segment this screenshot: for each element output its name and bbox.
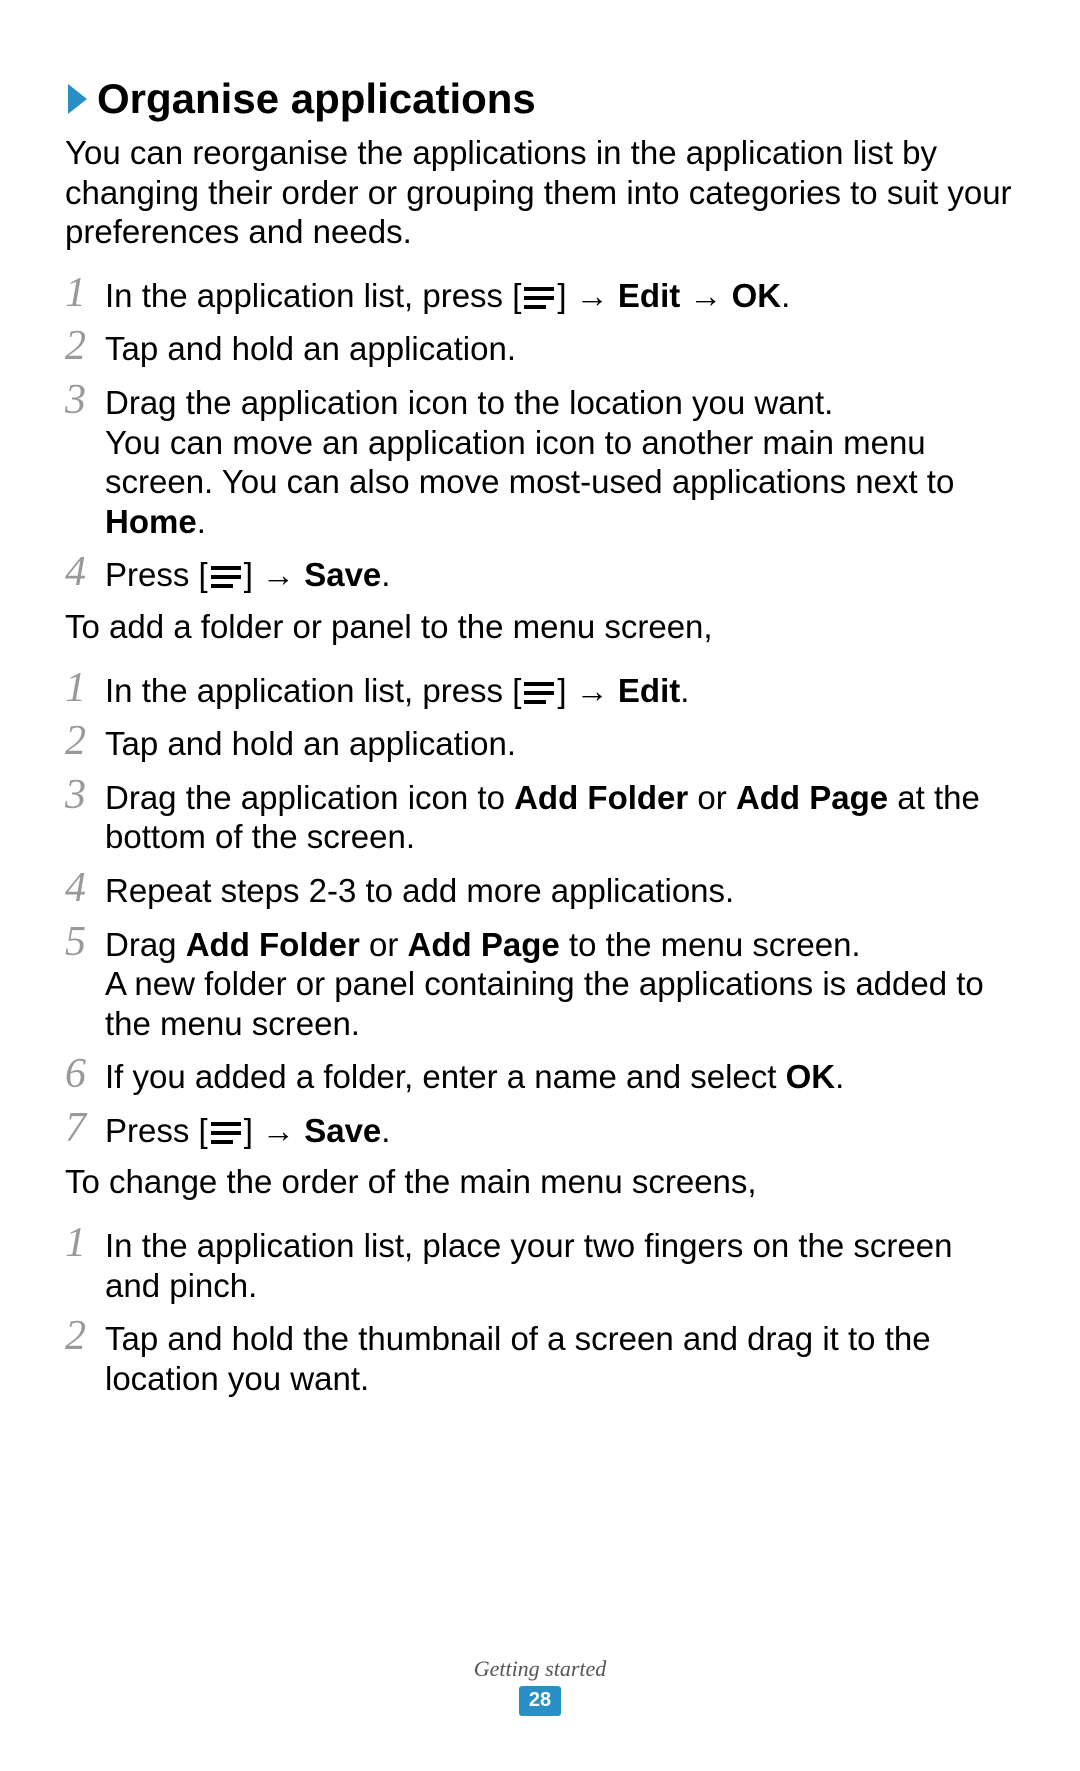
step-text: Drag Add Folder or Add Page to the menu …	[105, 921, 1015, 1044]
step: 1In the application list, place your two…	[65, 1222, 1015, 1305]
mid-paragraph-2: To change the order of the main menu scr…	[65, 1162, 1015, 1202]
step-number: 1	[65, 1222, 105, 1305]
menu-icon	[524, 287, 554, 309]
step-text: In the application list, press [] → Edit…	[105, 667, 689, 711]
step-number: 6	[65, 1053, 105, 1097]
mid-paragraph-1: To add a folder or panel to the menu scr…	[65, 607, 1015, 647]
step-text: Drag the application icon to the locatio…	[105, 379, 1015, 541]
menu-icon	[524, 682, 554, 704]
manual-page: Organise applications You can reorganise…	[0, 0, 1080, 1771]
steps-list-b: 1In the application list, press [] → Edi…	[65, 667, 1015, 1151]
step-number: 2	[65, 325, 105, 369]
step-number: 1	[65, 667, 105, 711]
step: 5Drag Add Folder or Add Page to the menu…	[65, 921, 1015, 1044]
step-text: In the application list, press [] → Edit…	[105, 272, 790, 316]
section-title: Organise applications	[97, 75, 536, 123]
steps-list-a: 1In the application list, press [] → Edi…	[65, 272, 1015, 595]
step: 2Tap and hold an application.	[65, 325, 1015, 369]
step-number: 4	[65, 867, 105, 911]
intro-paragraph: You can reorganise the applications in t…	[65, 133, 1015, 252]
page-number: 28	[519, 1686, 561, 1716]
step: 6If you added a folder, enter a name and…	[65, 1053, 1015, 1097]
step: 1In the application list, press [] → Edi…	[65, 272, 1015, 316]
step: 4Repeat steps 2-3 to add more applicatio…	[65, 867, 1015, 911]
step: 7Press [] → Save.	[65, 1107, 1015, 1151]
footer-section: Getting started	[0, 1656, 1080, 1682]
step-number: 4	[65, 551, 105, 595]
step-number: 3	[65, 774, 105, 857]
step-text: In the application list, place your two …	[105, 1222, 1015, 1305]
step-number: 2	[65, 1315, 105, 1398]
step-number: 5	[65, 921, 105, 1044]
step-number: 7	[65, 1107, 105, 1151]
step-text: Press [] → Save.	[105, 1107, 390, 1151]
step: 2Tap and hold an application.	[65, 720, 1015, 764]
chevron-right-icon	[65, 82, 91, 116]
step-text: Tap and hold the thumbnail of a screen a…	[105, 1315, 1015, 1398]
step-number: 1	[65, 272, 105, 316]
section-heading: Organise applications	[65, 75, 1015, 123]
step-text: If you added a folder, enter a name and …	[105, 1053, 844, 1097]
step-number: 2	[65, 720, 105, 764]
step: 1In the application list, press [] → Edi…	[65, 667, 1015, 711]
step: 3Drag the application icon to Add Folder…	[65, 774, 1015, 857]
step: 2Tap and hold the thumbnail of a screen …	[65, 1315, 1015, 1398]
step: 3Drag the application icon to the locati…	[65, 379, 1015, 541]
steps-list-c: 1In the application list, place your two…	[65, 1222, 1015, 1398]
step-text: Drag the application icon to Add Folder …	[105, 774, 1015, 857]
step: 4Press [] → Save.	[65, 551, 1015, 595]
step-text: Tap and hold an application.	[105, 720, 516, 764]
step-text: Repeat steps 2-3 to add more application…	[105, 867, 734, 911]
step-number: 3	[65, 379, 105, 541]
menu-icon	[211, 1122, 241, 1144]
step-text: Tap and hold an application.	[105, 325, 516, 369]
page-footer: Getting started 28	[0, 1656, 1080, 1716]
step-text: Press [] → Save.	[105, 551, 390, 595]
menu-icon	[211, 566, 241, 588]
